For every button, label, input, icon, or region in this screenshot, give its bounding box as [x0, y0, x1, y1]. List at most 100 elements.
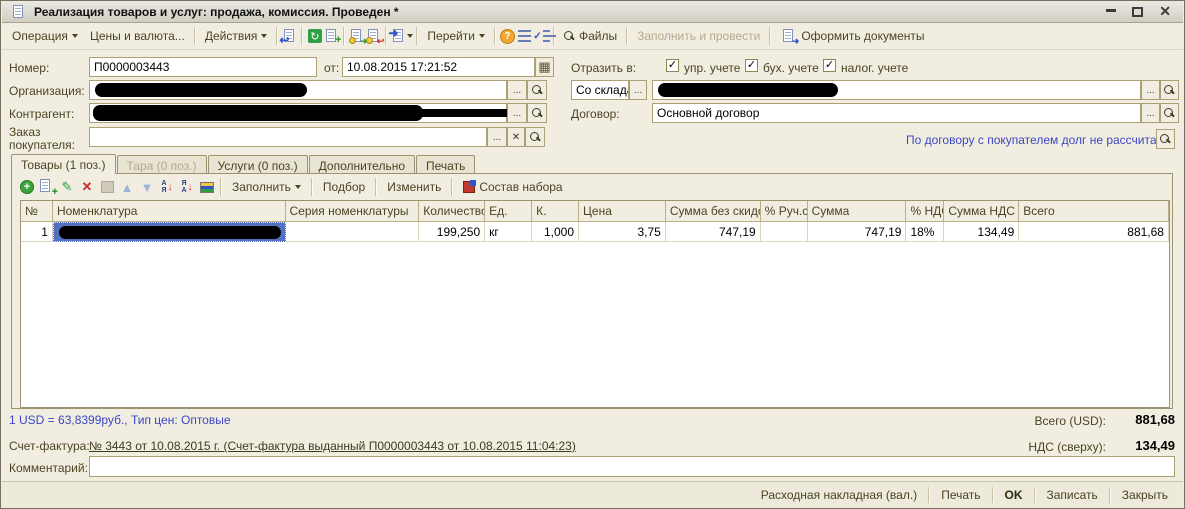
cell-sum-no-discount[interactable]: 747,19: [666, 222, 761, 242]
close-form-button[interactable]: Закрыть: [1113, 485, 1177, 505]
maximize-button[interactable]: [1132, 7, 1143, 17]
copy-document-icon[interactable]: +: [323, 28, 340, 44]
expense-invoice-button[interactable]: Расходная накладная (вал.): [752, 485, 926, 505]
book-accounting-checkbox[interactable]: ✓: [745, 59, 758, 72]
organization-open-button[interactable]: [527, 80, 547, 100]
search-icon: [1164, 108, 1175, 119]
cell-unit[interactable]: кг: [485, 222, 532, 242]
management-accounting-checkbox[interactable]: ✓: [666, 59, 679, 72]
customer-order-clear-button[interactable]: ✕: [507, 127, 525, 147]
move-up-icon[interactable]: ▲: [117, 178, 137, 196]
date-field[interactable]: 10.08.2015 17:21:52: [342, 57, 535, 77]
contract-select-button[interactable]: ...: [1141, 103, 1160, 123]
cell-qty[interactable]: 199,250: [419, 222, 485, 242]
operation-menu-button[interactable]: Операция: [6, 26, 84, 46]
number-label: Номер:: [9, 61, 49, 75]
tax-accounting-checkbox[interactable]: ✓: [823, 59, 836, 72]
cell-vat-percent[interactable]: 18%: [906, 222, 944, 242]
print-button[interactable]: Печать: [932, 485, 989, 505]
contractor-open-button[interactable]: [527, 103, 547, 123]
tab-additional[interactable]: Дополнительно: [309, 155, 415, 173]
minimize-button[interactable]: [1106, 9, 1116, 14]
debt-info-link[interactable]: По договору с покупателем долг не рассчи…: [906, 133, 1163, 147]
units-icon[interactable]: [197, 178, 217, 196]
document-window-icon: [10, 4, 27, 20]
cell-price[interactable]: 3,75: [579, 222, 666, 242]
kit-content-button[interactable]: Состав набора: [456, 177, 569, 197]
calendar-button[interactable]: ▦: [535, 57, 554, 77]
cell-manual-discount[interactable]: [761, 222, 808, 242]
reread-icon[interactable]: ↩: [281, 28, 298, 44]
tab-services[interactable]: Услуги (0 поз.): [208, 155, 308, 173]
save-button[interactable]: Записать: [1038, 485, 1107, 505]
cell-k[interactable]: 1,000: [532, 222, 579, 242]
search-icon: [1164, 85, 1175, 96]
contractor-select-button[interactable]: ...: [507, 103, 527, 123]
ok-button[interactable]: OK: [996, 485, 1032, 505]
customer-order-field[interactable]: [89, 127, 487, 147]
actions-menu-button[interactable]: Действия: [199, 26, 274, 46]
pick-button[interactable]: Подбор: [316, 177, 372, 197]
column-header: К.: [532, 201, 579, 222]
tab-goods[interactable]: Товары (1 поз.): [11, 154, 116, 174]
organization-select-button[interactable]: ...: [507, 80, 527, 100]
contract-open-button[interactable]: [1160, 103, 1179, 123]
refresh-icon[interactable]: ↻: [306, 28, 323, 44]
number-field[interactable]: П0000003443: [89, 57, 317, 77]
customer-order-select-button[interactable]: ...: [487, 127, 507, 147]
close-button[interactable]: ✕: [1159, 3, 1171, 20]
toolbar-separator: [301, 27, 303, 45]
move-down-icon[interactable]: ▼: [137, 178, 157, 196]
toolbar-separator: [194, 27, 196, 45]
customer-order-label: Заказ: [9, 125, 40, 139]
cell-series[interactable]: [286, 222, 420, 242]
toolbar-separator: [1109, 487, 1111, 503]
sort-ascending-icon[interactable]: АЯ↓: [157, 178, 177, 196]
dropdown-caret-icon[interactable]: [407, 34, 413, 38]
customer-order-open-button[interactable]: [525, 127, 545, 147]
checklist-settings-icon[interactable]: ✓: [533, 28, 550, 44]
currency-rate-link[interactable]: 1 USD = 63,8399руб., Тип цен: Оптовые: [9, 413, 231, 427]
warehouse-mode-selector[interactable]: Со склада: [571, 80, 629, 100]
warehouse-select-button[interactable]: ...: [1141, 80, 1160, 100]
redacted-value: [59, 226, 281, 239]
column-header: Цена: [579, 201, 666, 222]
contract-field[interactable]: Основной договор: [652, 103, 1141, 123]
delete-row-icon[interactable]: ✕: [77, 178, 97, 196]
goto-menu-button[interactable]: Перейти: [421, 26, 491, 46]
toolbar-separator: [626, 27, 628, 45]
cell-num[interactable]: 1: [21, 222, 53, 242]
tab-print[interactable]: Печать: [416, 155, 475, 173]
copy-row-icon[interactable]: +: [37, 178, 57, 196]
fill-menu-button[interactable]: Заполнить: [225, 177, 308, 197]
add-row-icon[interactable]: +: [17, 178, 37, 196]
cell-nomenclature-selected[interactable]: [53, 222, 286, 242]
tab-tare[interactable]: Тара (0 поз.): [117, 155, 207, 173]
list-settings-icon[interactable]: [516, 28, 533, 44]
unpost-document-icon[interactable]: ↩: [365, 28, 382, 44]
files-button[interactable]: Файлы: [558, 26, 623, 46]
table-row[interactable]: 1 199,250 кг 1,000 3,75 747,19 747,19 18…: [21, 222, 1169, 242]
column-header: Сумма без скидок: [666, 201, 761, 222]
edit-row-icon[interactable]: ✎: [57, 178, 77, 196]
warehouse-mode-select-button[interactable]: ...: [629, 80, 647, 100]
cell-sum[interactable]: 747,19: [808, 222, 907, 242]
make-documents-button[interactable]: ➜Оформить документы: [774, 25, 930, 47]
invoice-link[interactable]: № 3443 от 10.08.2015 г. (Счет-фактура вы…: [89, 439, 576, 453]
toolbar-separator: [220, 178, 222, 196]
help-icon[interactable]: ?: [499, 28, 516, 44]
warehouse-open-button[interactable]: [1160, 80, 1179, 100]
table-toolbar: + + ✎ ✕ ▲ ▼ АЯ↓ ЯА↓ Заполнить Подбор Изм…: [12, 174, 1172, 200]
search-icon: [564, 31, 575, 42]
change-button[interactable]: Изменить: [380, 177, 448, 197]
column-header: Ед.: [485, 201, 532, 222]
sort-descending-icon[interactable]: ЯА↓: [177, 178, 197, 196]
post-document-icon[interactable]: ➜: [348, 28, 365, 44]
debt-open-button[interactable]: [1156, 129, 1175, 149]
output-document-icon[interactable]: ➜: [390, 28, 407, 44]
goods-table: № Номенклатура Серия номенклатуры Количе…: [20, 200, 1170, 408]
prices-currency-button[interactable]: Цены и валюта...: [84, 26, 191, 46]
cell-vat-sum[interactable]: 134,49: [944, 222, 1019, 242]
comment-field[interactable]: [89, 456, 1175, 477]
cell-total[interactable]: 881,68: [1019, 222, 1169, 242]
